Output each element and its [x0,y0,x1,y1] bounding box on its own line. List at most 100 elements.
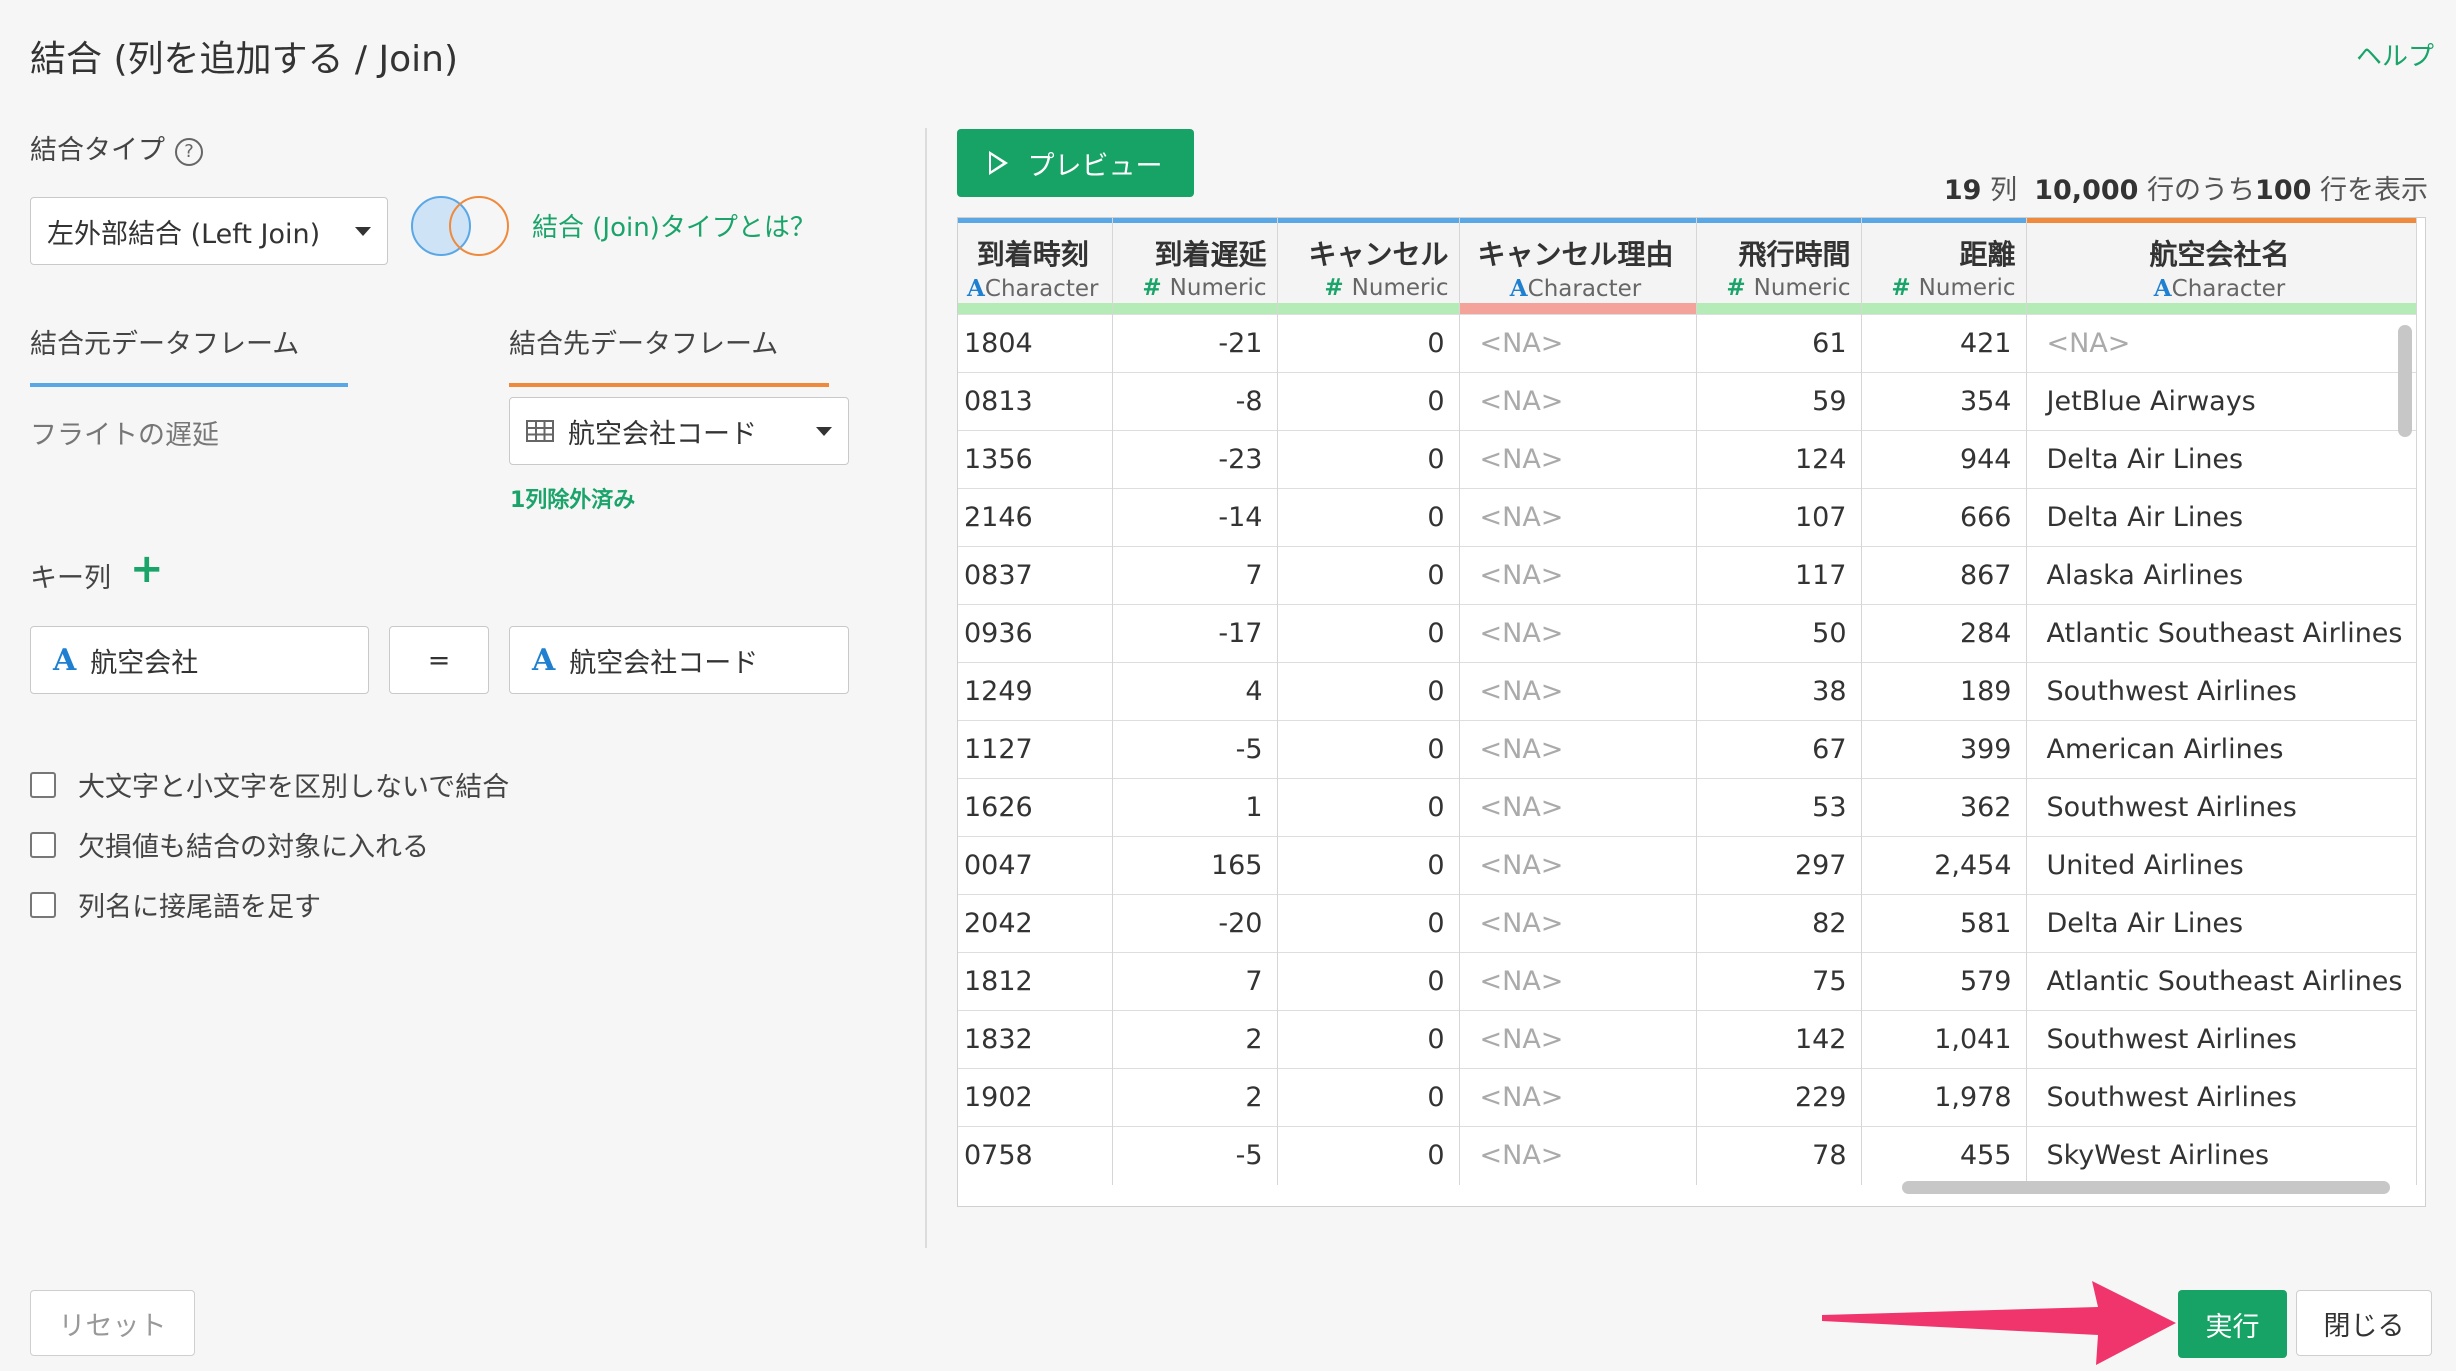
table-cell[interactable]: 2146 [958,488,1113,547]
question-circle-icon[interactable]: ? [175,137,203,166]
column-header[interactable]: 到着遅延 # Numeric [1112,218,1278,315]
table-cell[interactable]: <NA> [1459,430,1697,489]
target-dataframe-select[interactable]: 航空会社コード [509,397,849,465]
table-cell[interactable]: 944 [1861,430,2027,489]
checkbox[interactable] [30,771,56,798]
table-cell[interactable]: SkyWest Airlines [2026,1126,2418,1185]
table-cell[interactable]: -8 [1112,372,1278,431]
help-link[interactable]: ヘルプ [2356,36,2434,73]
table-cell[interactable]: 2042 [958,894,1113,953]
table-cell[interactable]: 2 [1112,1068,1278,1127]
preview-button[interactable]: プレビュー [957,129,1194,197]
table-cell[interactable]: 1 [1112,778,1278,837]
table-cell[interactable]: 0 [1277,546,1460,605]
table-cell[interactable]: 229 [1696,1068,1862,1127]
table-cell[interactable]: 399 [1861,720,2027,779]
table-cell[interactable]: 107 [1696,488,1862,547]
table-cell[interactable]: 354 [1861,372,2027,431]
table-cell[interactable]: 421 [1861,314,2027,373]
table-cell[interactable]: 2,454 [1861,836,2027,895]
table-cell[interactable]: <NA> [1459,1126,1697,1185]
reset-button[interactable]: リセット [30,1290,195,1356]
table-cell[interactable]: 67 [1696,720,1862,779]
table-cell[interactable]: 0 [1277,604,1460,663]
column-header[interactable]: キャンセル # Numeric [1277,218,1460,315]
close-button[interactable]: 閉じる [2296,1290,2432,1356]
table-cell[interactable]: 1832 [958,1010,1113,1069]
table-cell[interactable]: 78 [1696,1126,1862,1185]
table-cell[interactable]: 117 [1696,546,1862,605]
table-cell[interactable]: 0 [1277,1068,1460,1127]
tab-target-dataframe[interactable]: 結合先データフレーム [509,322,829,387]
table-cell[interactable]: Atlantic Southeast Airlines [2026,952,2418,1011]
table-cell[interactable]: 0 [1277,952,1460,1011]
table-cell[interactable]: <NA> [1459,1068,1697,1127]
table-cell[interactable]: Delta Air Lines [2026,430,2418,489]
horizontal-scrollbar[interactable] [1902,1181,2390,1194]
table-cell[interactable]: 0936 [958,604,1113,663]
table-cell[interactable]: 38 [1696,662,1862,721]
table-cell[interactable]: 1249 [958,662,1113,721]
table-cell[interactable]: 1626 [958,778,1113,837]
table-cell[interactable]: 0 [1277,720,1460,779]
tab-source-dataframe[interactable]: 結合元データフレーム [30,322,348,387]
table-cell[interactable]: <NA> [1459,1010,1697,1069]
column-header[interactable]: 到着時刻 ACharacter [958,218,1113,315]
column-header[interactable]: 飛行時間 # Numeric [1696,218,1862,315]
table-cell[interactable]: 0813 [958,372,1113,431]
checkbox[interactable] [30,831,56,858]
table-cell[interactable]: 2 [1112,1010,1278,1069]
key-left-column[interactable]: A 航空会社 [30,626,369,694]
table-cell[interactable]: <NA> [1459,720,1697,779]
table-cell[interactable]: 0 [1277,314,1460,373]
table-cell[interactable]: 75 [1696,952,1862,1011]
table-cell[interactable]: 7 [1112,546,1278,605]
table-cell[interactable]: 0 [1277,778,1460,837]
table-cell[interactable]: United Airlines [2026,836,2418,895]
excluded-columns-note[interactable]: 1列除外済み [510,482,635,514]
table-cell[interactable]: 82 [1696,894,1862,953]
table-cell[interactable]: -21 [1112,314,1278,373]
table-cell[interactable]: -5 [1112,1126,1278,1185]
table-cell[interactable]: <NA> [1459,372,1697,431]
table-cell[interactable]: 1356 [958,430,1113,489]
table-cell[interactable]: -5 [1112,720,1278,779]
table-cell[interactable]: 0 [1277,1010,1460,1069]
table-cell[interactable]: 455 [1861,1126,2027,1185]
option-include-missing[interactable]: 欠損値も結合の対象に入れる [30,825,429,864]
table-cell[interactable]: 142 [1696,1010,1862,1069]
table-cell[interactable]: 53 [1696,778,1862,837]
table-cell[interactable]: Southwest Airlines [2026,1010,2418,1069]
join-type-help-link[interactable]: 結合 (Join)タイプとは？ [532,207,816,244]
table-cell[interactable]: 4 [1112,662,1278,721]
table-cell[interactable]: <NA> [1459,314,1697,373]
table-cell[interactable]: 666 [1861,488,2027,547]
table-cell[interactable]: 0 [1277,1126,1460,1185]
table-cell[interactable]: -23 [1112,430,1278,489]
table-cell[interactable]: <NA> [1459,952,1697,1011]
table-cell[interactable]: 1804 [958,314,1113,373]
checkbox[interactable] [30,891,56,918]
table-cell[interactable]: 581 [1861,894,2027,953]
table-cell[interactable]: 0 [1277,894,1460,953]
option-case-insensitive[interactable]: 大文字と小文字を区別しないで結合 [30,765,509,804]
table-cell[interactable]: Alaska Airlines [2026,546,2418,605]
table-cell[interactable]: 867 [1861,546,2027,605]
join-type-select[interactable]: 左外部結合 (Left Join) [30,197,388,265]
table-cell[interactable]: 0758 [958,1126,1113,1185]
table-cell[interactable]: <NA> [1459,546,1697,605]
table-cell[interactable]: 1,041 [1861,1010,2027,1069]
column-header[interactable]: キャンセル理由 ACharacter [1459,218,1697,315]
table-cell[interactable]: -20 [1112,894,1278,953]
table-cell[interactable]: Southwest Airlines [2026,1068,2418,1127]
table-cell[interactable]: 7 [1112,952,1278,1011]
table-cell[interactable]: <NA> [2026,314,2418,373]
table-cell[interactable]: 61 [1696,314,1862,373]
run-button[interactable]: 実行 [2178,1290,2287,1358]
table-cell[interactable]: Southwest Airlines [2026,662,2418,721]
vertical-scrollbar[interactable] [2398,325,2412,437]
table-cell[interactable]: 0 [1277,488,1460,547]
table-cell[interactable]: <NA> [1459,894,1697,953]
table-cell[interactable]: 362 [1861,778,2027,837]
table-cell[interactable]: 0 [1277,372,1460,431]
